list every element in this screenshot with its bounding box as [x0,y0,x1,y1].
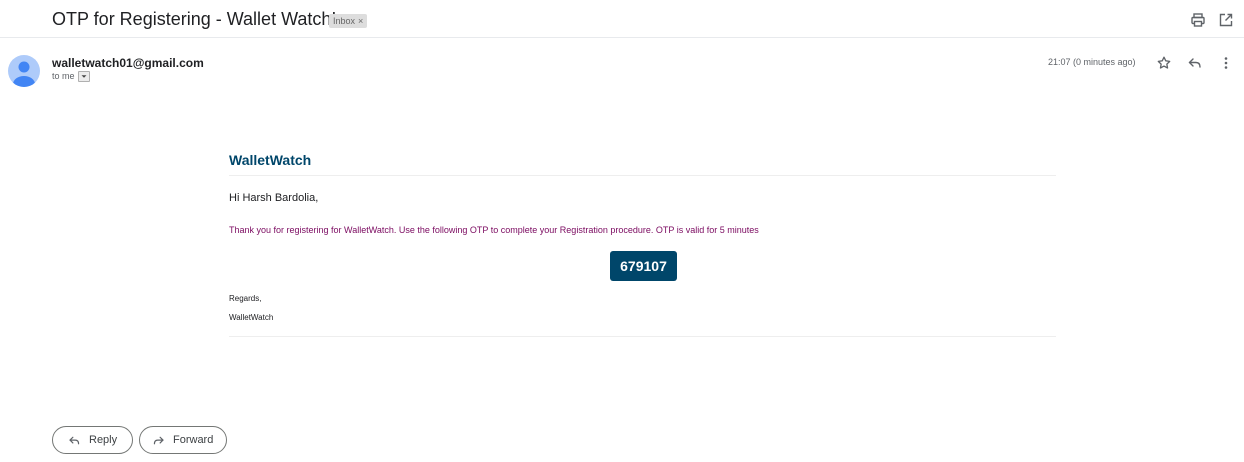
inbox-label[interactable]: Inbox × [329,14,368,28]
recipient-text: to me [52,71,75,81]
timestamp: 21:07 (0 minutes ago) [1048,57,1136,67]
dropdown-arrow-icon[interactable] [78,71,90,82]
subject-bar: OTP for Registering - Wallet Watch! Inbo… [0,0,1244,38]
sender-email[interactable]: walletwatch01@gmail.com [52,56,204,70]
reply-button-label: Reply [89,434,118,446]
forward-button[interactable]: Forward [139,426,227,454]
forward-button-label: Forward [173,434,214,446]
regards-text: Regards, [229,294,262,303]
star-icon[interactable] [1156,55,1172,71]
email-subject: OTP for Registering - Wallet Watch! [52,9,337,29]
open-in-new-window-icon[interactable] [1218,12,1234,28]
divider [229,175,1056,176]
reply-button[interactable]: Reply [52,426,133,454]
divider [229,336,1056,337]
greeting: Hi Harsh Bardolia, [229,192,319,204]
print-icon[interactable] [1190,12,1206,28]
otp-message: Thank you for registering for WalletWatc… [229,225,759,235]
reply-icon [69,436,80,444]
forward-icon [153,436,164,444]
remove-label-icon[interactable]: × [358,16,363,26]
otp-code: 679107 [610,251,677,281]
inbox-label-text: Inbox [333,16,356,26]
more-vertical-icon[interactable] [1218,55,1234,71]
reply-icon[interactable] [1187,55,1203,71]
avatar-icon [8,55,40,87]
brand-name[interactable]: WalletWatch [229,152,311,168]
signature: WalletWatch [229,313,274,322]
